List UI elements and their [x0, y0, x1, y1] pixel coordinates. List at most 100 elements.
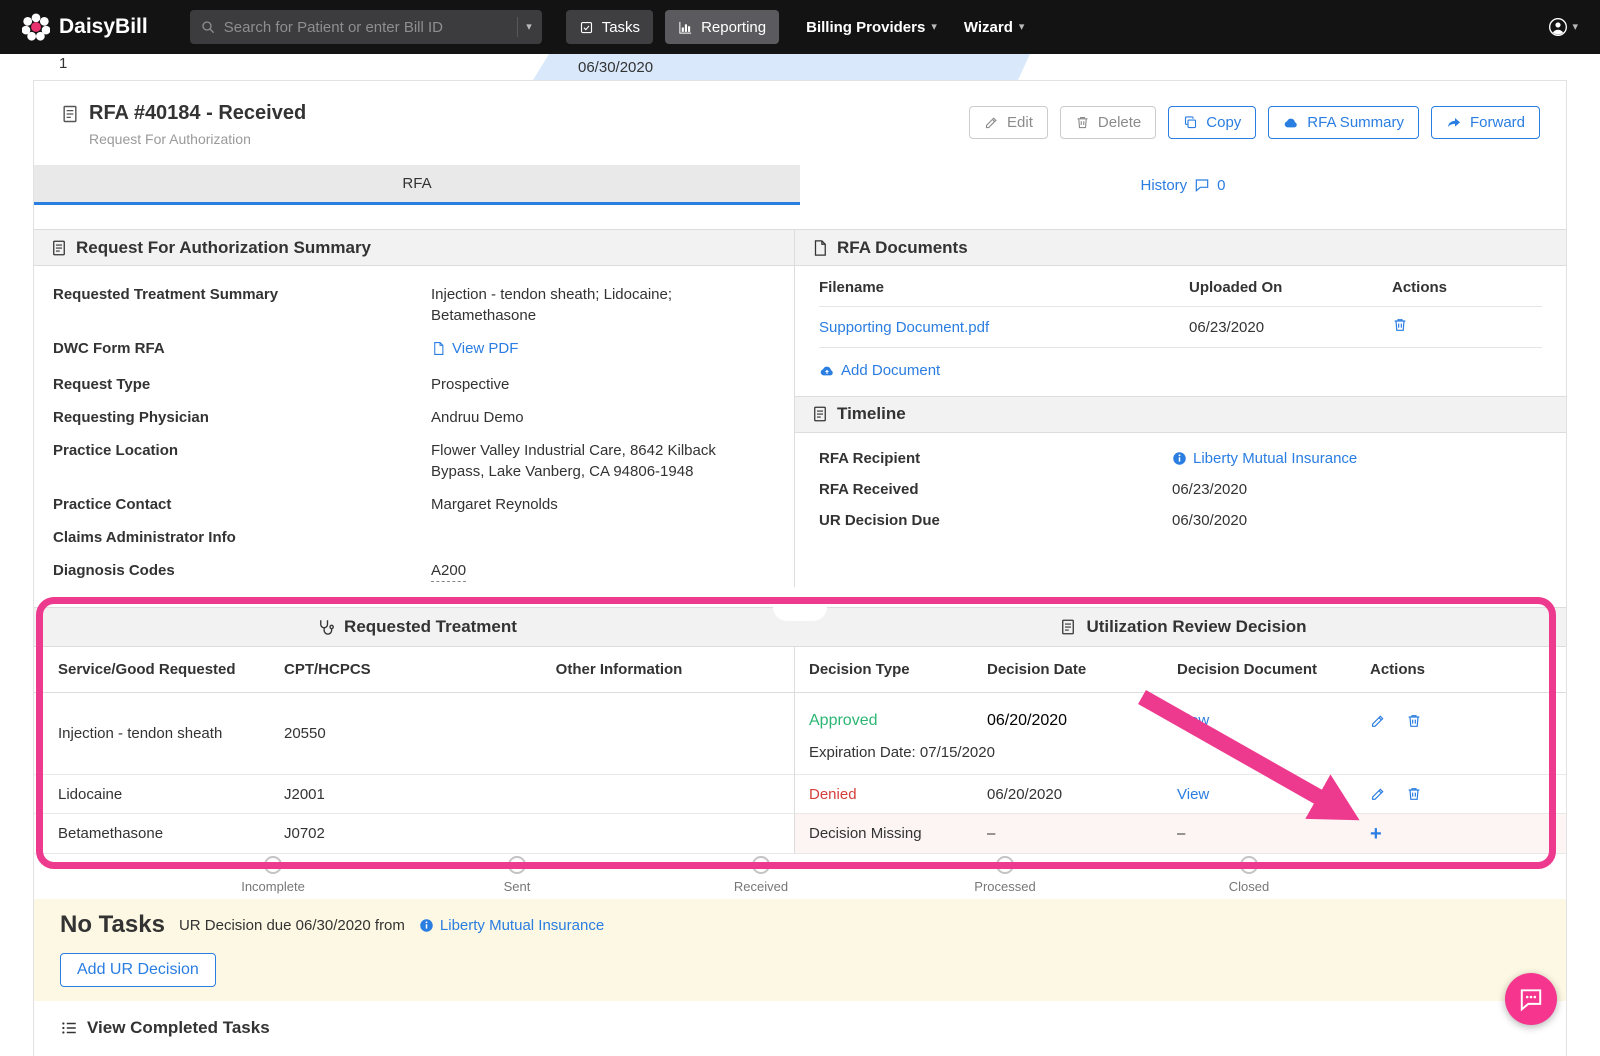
search-divider [517, 17, 519, 37]
view-pdf-link[interactable]: View PDF [431, 338, 518, 359]
cpt-code: J0702 [284, 825, 325, 842]
step-label: Sent [503, 879, 531, 894]
delete-decision-button[interactable] [1406, 713, 1422, 729]
progress-step-processed: Processed [935, 856, 1075, 894]
ur-row-denied: Denied 06/20/2020 View [795, 775, 1566, 814]
requested-treatment-header: Requested Treatment [34, 608, 800, 646]
field-label: Diagnosis Codes [53, 562, 175, 579]
add-ur-decision-button[interactable]: Add UR Decision [60, 953, 216, 987]
check-square-icon [579, 20, 594, 35]
field-label: RFA Received [819, 480, 919, 498]
edit-decision-button[interactable] [1370, 786, 1386, 802]
decision-type: Denied [809, 785, 857, 803]
field-label: Claims Administrator Info [53, 529, 236, 546]
service-name: Betamethasone [58, 825, 164, 842]
column-header: Filename [819, 279, 885, 296]
forward-button[interactable]: Forward [1430, 106, 1540, 139]
trash-icon [1075, 115, 1090, 130]
pencil-icon [1370, 713, 1386, 729]
tab-history[interactable]: History 0 [800, 165, 1566, 205]
treatment-row: Betamethasone J0702 [34, 814, 794, 854]
stethoscope-icon [317, 618, 335, 636]
field-value: Prospective [431, 376, 510, 393]
summary-section-title: Request For Authorization Summary [76, 237, 372, 257]
annotated-region: Requested Treatment Utilization Review D… [34, 597, 1566, 899]
search-box[interactable]: ▾ [189, 10, 542, 44]
document-icon [811, 405, 829, 423]
timeline-row-decision-due: UR Decision Due 06/30/2020 [795, 505, 1566, 536]
document-filename-link[interactable]: Supporting Document.pdf [819, 319, 989, 336]
view-completed-tasks[interactable]: View Completed Tasks [34, 1001, 1566, 1055]
rfa-summary-button[interactable]: RFA Summary [1268, 106, 1419, 139]
forward-button-label: Forward [1469, 114, 1525, 131]
info-icon [419, 918, 434, 933]
field-value: 06/23/2020 [1172, 480, 1248, 498]
documents-table-header: Filename Uploaded On Actions [819, 266, 1542, 307]
field-value [431, 527, 794, 548]
step-circle-icon [508, 856, 526, 874]
diagnosis-code[interactable]: A200 [431, 562, 467, 582]
field-diagnosis-codes: Diagnosis Codes A200 [34, 554, 794, 587]
timeline-section-title: Timeline [837, 404, 906, 423]
timeline-fields: RFA Recipient Liberty Mutual Insurance R… [795, 433, 1566, 536]
progress-step-sent: Sent [447, 856, 587, 894]
delete-decision-button[interactable] [1406, 786, 1422, 802]
tab-history-count: 0 [1217, 176, 1226, 194]
summary-section-header: Request For Authorization Summary [34, 229, 794, 266]
user-menu[interactable]: ▾ [1548, 17, 1578, 37]
reporting-button-label: Reporting [701, 18, 767, 36]
decision-type: Approved [809, 712, 878, 729]
delete-button[interactable]: Delete [1059, 106, 1157, 139]
treatment-row: Lidocaine J2001 [34, 775, 794, 814]
ur-row-missing: Decision Missing – – + [795, 814, 1566, 854]
daisybill-logo-icon [22, 13, 50, 41]
bottom-tables-header-bar: Requested Treatment Utilization Review D… [34, 607, 1566, 647]
field-dwc-form-rfa: DWC Form RFA View PDF [34, 332, 794, 368]
trash-icon [1406, 786, 1422, 802]
requested-treatment-title: Requested Treatment [344, 617, 517, 636]
document-icon [1059, 618, 1077, 636]
add-decision-button[interactable]: + [1370, 824, 1382, 844]
forward-arrow-icon [1446, 115, 1462, 131]
tab-rfa[interactable]: RFA [34, 165, 800, 205]
reporting-button[interactable]: Reporting [665, 10, 780, 44]
edit-button[interactable]: Edit [969, 106, 1048, 139]
add-document-link[interactable]: Add Document [819, 362, 940, 379]
tasks-button-label: Tasks [601, 18, 641, 36]
documents-table: Filename Uploaded On Actions Supporting … [795, 266, 1566, 348]
brand[interactable]: DaisyBill [22, 13, 148, 41]
pencil-icon [984, 115, 999, 130]
remnant-row-number: 1 [59, 55, 68, 72]
search-input[interactable] [223, 18, 510, 36]
billing-providers-menu[interactable]: Billing Providers ▾ [806, 19, 937, 36]
info-icon [1172, 451, 1187, 466]
view-decision-link[interactable]: View [1177, 786, 1209, 803]
field-label: DWC Form RFA [53, 340, 165, 357]
edit-decision-button[interactable] [1370, 713, 1386, 729]
tasks-button[interactable]: Tasks [565, 10, 654, 44]
trash-icon [1406, 713, 1422, 729]
treatment-row: Injection - tendon sheath 20550 [34, 693, 794, 775]
insurer-link[interactable]: Liberty Mutual Insurance [419, 917, 604, 934]
documents-section-header: RFA Documents [795, 229, 1566, 266]
field-label: UR Decision Due [819, 511, 940, 529]
copy-button[interactable]: Copy [1168, 106, 1257, 139]
progress-step-closed: Closed [1179, 856, 1319, 894]
chat-button[interactable] [1505, 973, 1557, 1025]
tasks-area: No Tasks UR Decision due 06/30/2020 from… [34, 899, 1566, 1001]
rfa-document-icon [60, 104, 80, 147]
rfa-recipient-link[interactable]: Liberty Mutual Insurance [1172, 450, 1357, 467]
column-header: Service/Good Requested [58, 661, 236, 678]
wizard-menu[interactable]: Wizard ▾ [964, 19, 1025, 36]
view-decision-link[interactable]: View [1177, 712, 1209, 729]
step-label: Closed [1228, 879, 1270, 894]
expiration-note: Expiration Date: 07/15/2020 [809, 744, 995, 761]
field-requested-treatment-summary: Requested Treatment Summary Injection - … [34, 278, 794, 332]
timeline-row-recipient: RFA Recipient Liberty Mutual Insurance [795, 443, 1566, 474]
document-icon [50, 239, 68, 257]
search-caret-icon[interactable]: ▾ [526, 21, 532, 33]
tab-rfa-label: RFA [402, 175, 432, 192]
delete-document-button[interactable] [1392, 317, 1408, 333]
user-avatar-icon [1548, 17, 1568, 37]
page-title: RFA #40184 - Received [89, 102, 307, 124]
